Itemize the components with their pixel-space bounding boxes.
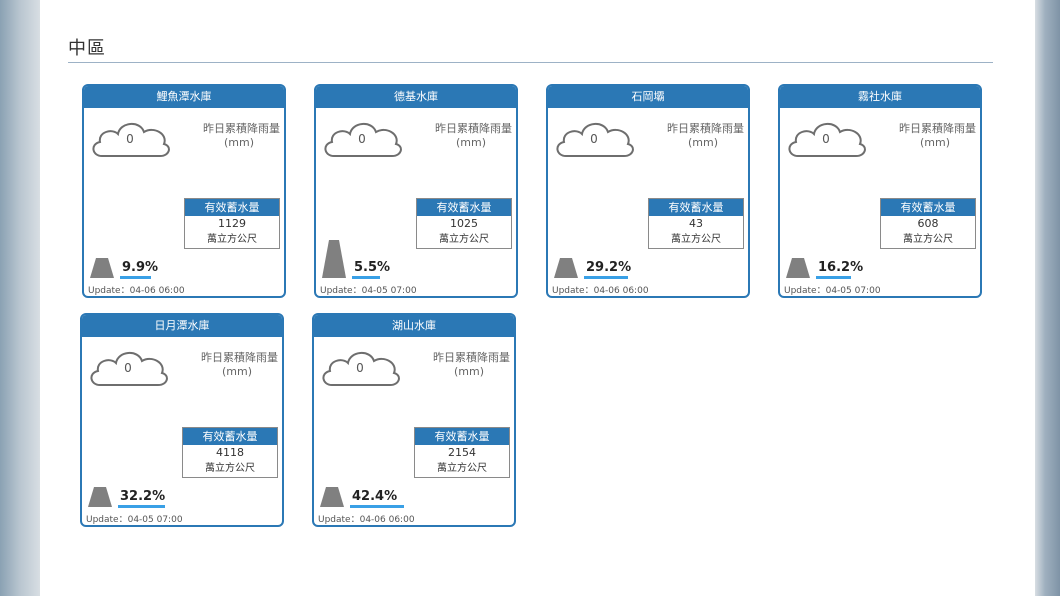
rainfall-unit: (mm) xyxy=(223,136,254,149)
reservoir-name[interactable]: 日月潭水庫 xyxy=(82,315,282,337)
rainfall-label: 昨日累積降雨量 xyxy=(201,351,278,364)
page-panel: 中區 鯉魚潭水庫 0 昨日累積降雨量 (mm) 有效蓄水量 1129 萬立方公尺… xyxy=(40,0,1035,596)
reservoir-level-icon xyxy=(90,258,114,278)
reservoir-name[interactable]: 鯉魚潭水庫 xyxy=(84,86,284,108)
rainfall-unit: (mm) xyxy=(453,365,484,378)
storage-value: 4118 xyxy=(216,446,244,459)
rainfall-unit: (mm) xyxy=(221,365,252,378)
rainfall-label: 昨日累積降雨量 xyxy=(435,122,512,135)
storage-header: 有效蓄水量 xyxy=(881,199,975,216)
reservoir-level-icon xyxy=(322,240,346,278)
storage-value: 1129 xyxy=(218,217,246,230)
storage-header: 有效蓄水量 xyxy=(415,428,509,445)
rainfall-label: 昨日累積降雨量 xyxy=(203,122,280,135)
rainfall-value: 0 xyxy=(590,132,598,146)
storage-box: 有效蓄水量 2154 萬立方公尺 xyxy=(414,427,510,478)
storage-unit: 萬立方公尺 xyxy=(671,234,721,245)
update-time: Update：04-06 06:00 xyxy=(88,286,185,296)
storage-box: 有效蓄水量 4118 萬立方公尺 xyxy=(182,427,278,478)
storage-header: 有效蓄水量 xyxy=(185,199,279,216)
storage-percent-bar xyxy=(352,276,380,279)
storage-percent: 32.2% xyxy=(120,489,166,504)
rainfall-unit: (mm) xyxy=(455,136,486,149)
storage-box: 有效蓄水量 43 萬立方公尺 xyxy=(648,198,744,249)
reservoir-card[interactable]: 湖山水庫 0 昨日累積降雨量 (mm) 有效蓄水量 2154 萬立方公尺 42.… xyxy=(312,313,516,527)
storage-header: 有效蓄水量 xyxy=(417,199,511,216)
reservoir-name[interactable]: 德基水庫 xyxy=(316,86,516,108)
update-time: Update：04-05 07:00 xyxy=(784,286,881,296)
storage-percent: 42.4% xyxy=(352,489,398,504)
reservoir-card[interactable]: 霧社水庫 0 昨日累積降雨量 (mm) 有效蓄水量 608 萬立方公尺 16.2… xyxy=(778,84,982,298)
rainfall-label: 昨日累積降雨量 xyxy=(433,351,510,364)
rainfall-unit: (mm) xyxy=(919,136,950,149)
reservoir-card[interactable]: 日月潭水庫 0 昨日累積降雨量 (mm) 有效蓄水量 4118 萬立方公尺 32… xyxy=(80,313,284,527)
update-time: Update：04-05 07:00 xyxy=(86,515,183,525)
storage-percent: 16.2% xyxy=(818,260,864,275)
rainfall-value: 0 xyxy=(822,132,830,146)
cloud-icon: 0 xyxy=(88,112,172,162)
update-time: Update：04-06 06:00 xyxy=(552,286,649,296)
storage-percent-bar xyxy=(350,505,404,508)
storage-percent-bar xyxy=(120,276,151,279)
cloud-icon: 0 xyxy=(320,112,404,162)
storage-box: 有效蓄水量 1129 萬立方公尺 xyxy=(184,198,280,249)
storage-percent-bar xyxy=(118,505,165,508)
reservoir-card[interactable]: 德基水庫 0 昨日累積降雨量 (mm) 有效蓄水量 1025 萬立方公尺 5.5… xyxy=(314,84,518,298)
reservoir-card[interactable]: 石岡壩 0 昨日累積降雨量 (mm) 有效蓄水量 43 萬立方公尺 29.2% … xyxy=(546,84,750,298)
storage-value: 608 xyxy=(917,217,939,230)
storage-header: 有效蓄水量 xyxy=(183,428,277,445)
storage-value: 43 xyxy=(689,217,703,230)
rainfall-label: 昨日累積降雨量 xyxy=(667,122,744,135)
storage-value: 1025 xyxy=(450,217,478,230)
storage-unit: 萬立方公尺 xyxy=(439,234,489,245)
storage-unit: 萬立方公尺 xyxy=(437,463,487,474)
storage-box: 有效蓄水量 608 萬立方公尺 xyxy=(880,198,976,249)
rainfall-value: 0 xyxy=(358,132,366,146)
storage-value: 2154 xyxy=(448,446,476,459)
storage-percent: 29.2% xyxy=(586,260,632,275)
reservoir-card[interactable]: 鯉魚潭水庫 0 昨日累積降雨量 (mm) 有效蓄水量 1129 萬立方公尺 9.… xyxy=(82,84,286,298)
cloud-icon: 0 xyxy=(552,112,636,162)
storage-percent: 5.5% xyxy=(354,260,391,275)
storage-unit: 萬立方公尺 xyxy=(205,463,255,474)
cloud-icon: 0 xyxy=(318,341,402,391)
storage-header: 有效蓄水量 xyxy=(649,199,743,216)
rainfall-value: 0 xyxy=(356,361,364,375)
reservoir-name[interactable]: 石岡壩 xyxy=(548,86,748,108)
region-title: 中區 xyxy=(68,38,106,59)
reservoir-level-icon xyxy=(88,487,112,507)
storage-percent: 9.9% xyxy=(122,260,159,275)
reservoir-name[interactable]: 霧社水庫 xyxy=(780,86,980,108)
reservoir-level-icon xyxy=(554,258,578,278)
update-time: Update：04-06 06:00 xyxy=(318,515,415,525)
rainfall-unit: (mm) xyxy=(687,136,718,149)
update-time: Update：04-05 07:00 xyxy=(320,286,417,296)
rainfall-label: 昨日累積降雨量 xyxy=(899,122,976,135)
cloud-icon: 0 xyxy=(86,341,170,391)
reservoir-level-icon xyxy=(786,258,810,278)
reservoir-level-icon xyxy=(320,487,344,507)
region-divider xyxy=(68,62,993,63)
storage-percent-bar xyxy=(816,276,852,279)
storage-unit: 萬立方公尺 xyxy=(207,234,257,245)
storage-box: 有效蓄水量 1025 萬立方公尺 xyxy=(416,198,512,249)
rainfall-value: 0 xyxy=(126,132,134,146)
rainfall-value: 0 xyxy=(124,361,132,375)
reservoir-name[interactable]: 湖山水庫 xyxy=(314,315,514,337)
cloud-icon: 0 xyxy=(784,112,868,162)
storage-unit: 萬立方公尺 xyxy=(903,234,953,245)
storage-percent-bar xyxy=(584,276,629,279)
